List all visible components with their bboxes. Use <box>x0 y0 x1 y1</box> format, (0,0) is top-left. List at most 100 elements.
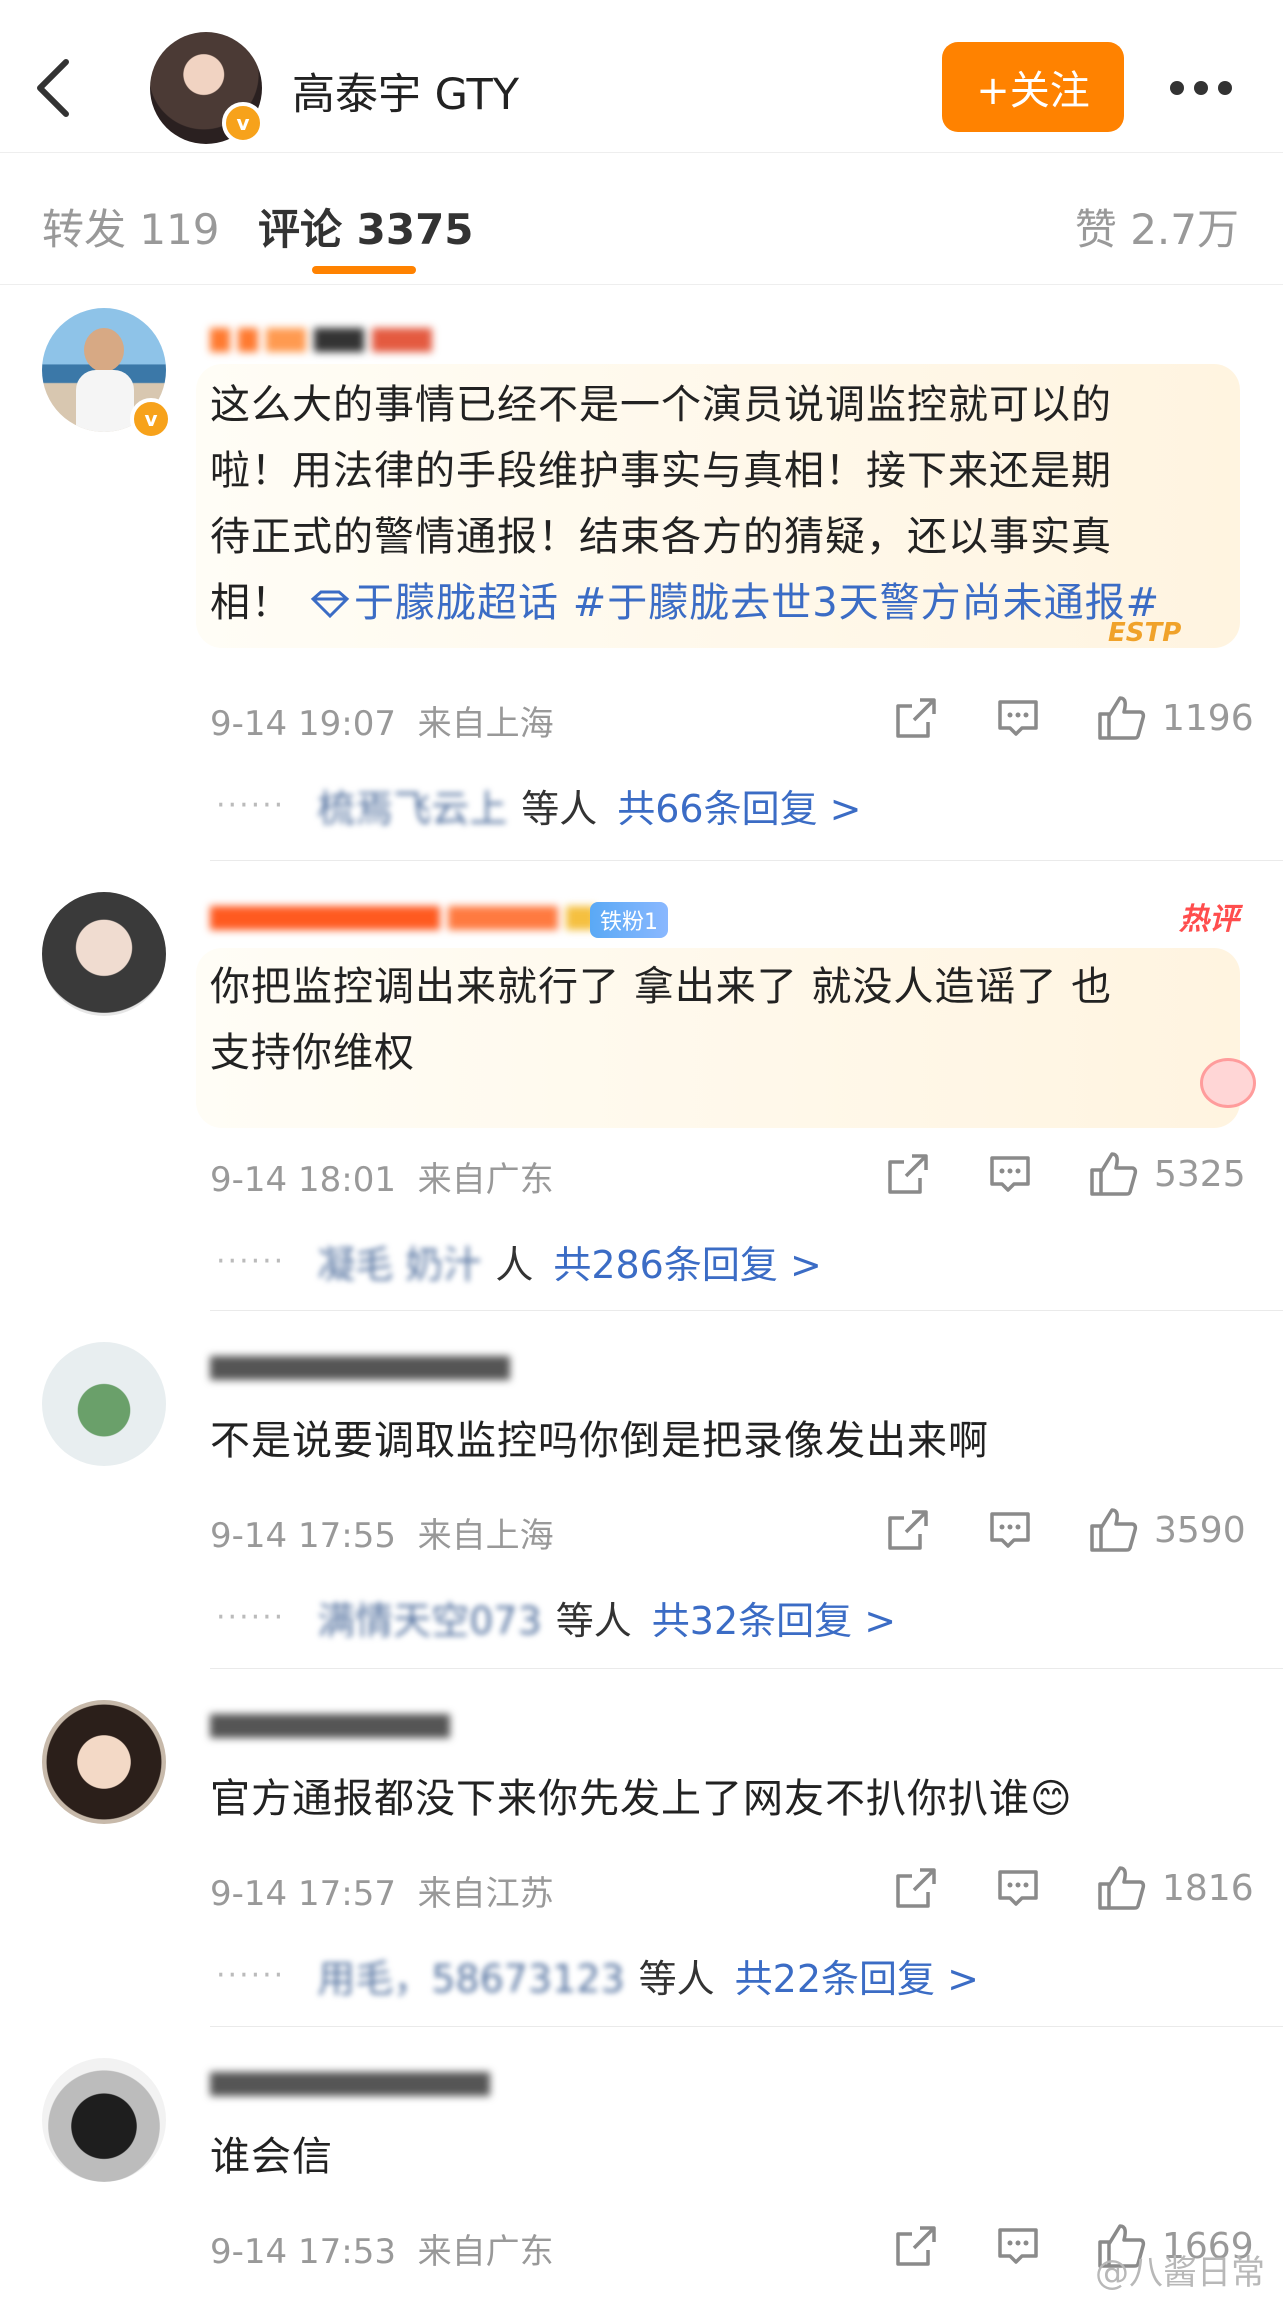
reply-etc: 等人 <box>521 787 598 831</box>
comment-time: 9-14 17:57 <box>210 1874 396 1914</box>
like-count: 1196 <box>1162 698 1254 739</box>
reply-names-blurred: 凝毛 奶汁 <box>317 1243 482 1287</box>
view-replies-link[interactable]: 共66条回复 > <box>617 778 861 833</box>
share-icon[interactable] <box>892 1864 940 1912</box>
reply-names-blurred: 梳焉飞云上 <box>317 787 508 831</box>
comment-actions: 1816 <box>892 1864 1254 1912</box>
reply-names-blurred: 用毛，58673123 <box>317 1957 625 2001</box>
like-icon[interactable] <box>1096 694 1146 742</box>
reply-names-blurred: 满情天空073 <box>317 1599 542 1643</box>
share-icon[interactable] <box>892 2222 940 2270</box>
bunny-decoration <box>1200 1058 1256 1108</box>
view-replies-link[interactable]: 共286条回复 > <box>553 1234 821 1289</box>
comment-meta: 9-14 17:55 来自上海 <box>210 1508 554 1557</box>
comment-time: 9-14 17:55 <box>210 1516 396 1556</box>
reply-summary: ······ 梳焉飞云上 等人 共66条回复 > <box>216 778 862 833</box>
divider <box>210 1310 1283 1311</box>
like-icon[interactable] <box>1088 1506 1138 1554</box>
fan-level-badge: 铁粉1 <box>590 902 668 938</box>
comment-item: 不是说要调取监控吗你倒是把录像发出来啊 9-14 17:55 来自上海 3590… <box>0 1312 1283 1670</box>
comment-item: 官方通报都没下来你先发上了网友不扒你扒谁😊 9-14 17:57 来自江苏 18… <box>0 1670 1283 2028</box>
follow-button[interactable]: +关注 <box>942 42 1124 132</box>
comment-time: 9-14 17:53 <box>210 2232 396 2272</box>
topic-link[interactable]: 于朦胧超话 #于朦胧去世3天警方尚未通报# <box>292 580 1160 626</box>
commenter-avatar[interactable] <box>42 1342 166 1466</box>
view-replies-link[interactable]: 共32条回复 > <box>652 1590 896 1645</box>
estp-decoration: ESTP <box>1108 618 1182 648</box>
verified-badge-icon: v <box>222 102 264 144</box>
reply-summary: ······ 满情天空073 等人 共32条回复 > <box>216 1590 896 1645</box>
comment-location: 来自上海 <box>417 704 554 744</box>
comment-actions: 1196 <box>892 694 1254 742</box>
commenter-avatar[interactable] <box>42 892 166 1016</box>
comment-icon[interactable] <box>986 1150 1034 1198</box>
reply-dots: ······ <box>216 1600 286 1635</box>
comment-time: 9-14 18:01 <box>210 1160 396 1200</box>
comment-actions: 3590 <box>884 1506 1246 1554</box>
divider <box>210 860 1283 861</box>
comment-item: 谁会信 9-14 17:53 来自广东 1669 <box>0 2028 1283 2302</box>
tab-comment[interactable]: 评论 3375 <box>258 196 474 257</box>
back-button[interactable] <box>24 48 88 128</box>
verified-badge-icon: v <box>130 398 172 440</box>
reply-dots: ······ <box>216 788 286 823</box>
reply-etc: 等人 <box>555 1599 632 1643</box>
comment-text: 谁会信 <box>210 2134 333 2180</box>
comment-text: 官方通报都没下来你先发上了网友不扒你扒谁😊 <box>210 1776 1073 1822</box>
reply-summary: ······ 用毛，58673123 等人 共22条回复 > <box>216 1948 979 2003</box>
commenter-name-blurred <box>210 2072 490 2096</box>
like-icon[interactable] <box>1096 1864 1146 1912</box>
commenter-name-blurred <box>210 1714 450 1738</box>
share-icon[interactable] <box>892 694 940 742</box>
comment-text: 这么大的事情已经不是一个演员说调监控就可以的 啦！用法律的手段维护事实与真相！接… <box>210 382 1161 626</box>
divider <box>210 2026 1283 2027</box>
reply-etc: 人 <box>495 1243 534 1287</box>
tab-bar: 转发 119 评论 3375 赞 2.7万 <box>0 152 1283 285</box>
comment-icon[interactable] <box>986 1506 1034 1554</box>
comment-meta: 9-14 18:01 来自广东 <box>210 1152 554 1201</box>
chevron-left-icon <box>37 59 69 117</box>
commenter-name-blurred <box>210 1356 510 1380</box>
tab-like[interactable]: 赞 2.7万 <box>1075 196 1239 257</box>
like-count: 5325 <box>1154 1154 1246 1195</box>
commenter-avatar[interactable] <box>42 2058 166 2182</box>
comment-icon[interactable] <box>994 2222 1042 2270</box>
tab-repost[interactable]: 转发 119 <box>42 196 220 257</box>
comment-location: 来自广东 <box>417 2232 554 2272</box>
like-count: 1816 <box>1162 1868 1254 1909</box>
watermark: @八酱日常 <box>1095 2253 1265 2293</box>
like-count: 3590 <box>1154 1510 1246 1551</box>
share-icon[interactable] <box>884 1150 932 1198</box>
comment-item: 铁粉1 热评 你把监控调出来就行了 拿出来了 就没人造谣了 也 支持你维权 9-… <box>0 862 1283 1312</box>
like-icon[interactable] <box>1088 1150 1138 1198</box>
active-tab-indicator <box>312 266 416 274</box>
divider <box>210 1668 1283 1669</box>
comment-location: 来自广东 <box>417 1160 554 1200</box>
comment-icon[interactable] <box>994 694 1042 742</box>
commenter-name-blurred <box>210 906 596 930</box>
comment-meta: 9-14 17:53 来自广东 <box>210 2224 554 2273</box>
more-options-icon[interactable] <box>1170 70 1250 106</box>
reply-dots: ······ <box>216 1958 286 1993</box>
comment-text: 不是说要调取监控吗你倒是把录像发出来啊 <box>210 1418 989 1464</box>
comment-icon[interactable] <box>994 1864 1042 1912</box>
comment-actions: 5325 <box>884 1150 1246 1198</box>
profile-name[interactable]: 高泰宇 GTY <box>292 60 519 122</box>
top-bar: v 高泰宇 GTY +关注 <box>0 0 1283 153</box>
reply-dots: ······ <box>216 1244 286 1279</box>
share-icon[interactable] <box>884 1506 932 1554</box>
comment-time: 9-14 19:07 <box>210 704 396 744</box>
reply-summary: ······ 凝毛 奶汁 人 共286条回复 > <box>216 1234 822 1289</box>
comment-location: 来自江苏 <box>417 1874 554 1914</box>
comment-location: 来自上海 <box>417 1516 554 1556</box>
reply-etc: 等人 <box>638 1957 715 2001</box>
view-replies-link[interactable]: 共22条回复 > <box>735 1948 979 2003</box>
comment-meta: 9-14 17:57 来自江苏 <box>210 1866 554 1915</box>
comment-text: 你把监控调出来就行了 拿出来了 就没人造谣了 也 支持你维权 <box>210 964 1113 1076</box>
hot-comment-label: 热评 <box>1179 902 1239 937</box>
commenter-name-blurred <box>210 328 432 352</box>
comment-meta: 9-14 19:07 来自上海 <box>210 696 554 745</box>
comment-item: v 这么大的事情已经不是一个演员说调监控就可以的 啦！用法律的手段维护事实与真相… <box>0 300 1283 862</box>
diamond-icon <box>310 590 350 619</box>
commenter-avatar[interactable] <box>42 1700 166 1824</box>
